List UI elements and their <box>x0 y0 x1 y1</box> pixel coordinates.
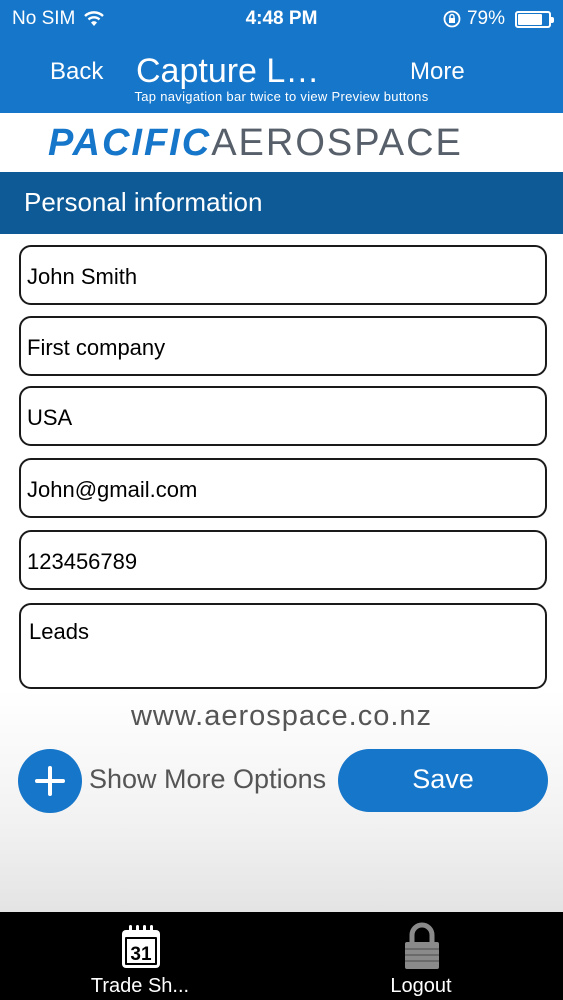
phone-field[interactable]: 123456789 <box>19 530 547 590</box>
lock-icon <box>405 922 439 969</box>
more-button[interactable]: More <box>410 58 465 86</box>
country-field[interactable]: USA <box>19 386 547 446</box>
calendar-icon: 31 <box>122 925 160 968</box>
brand-logo: PACIFICAEROSPACE <box>48 122 463 165</box>
tab-logout-label: Logout <box>390 975 452 997</box>
notes-field[interactable]: Leads <box>19 603 547 689</box>
company-field[interactable]: First company <box>19 316 547 376</box>
tab-logout[interactable]: Logout <box>321 912 521 1000</box>
tab-bar: 31 Trade Sh... Logout <box>0 912 563 1000</box>
save-button[interactable]: Save <box>338 749 548 812</box>
battery-percent: 79% <box>466 8 505 29</box>
top-bar: No SIM 4:48 PM 79% Back Capture L… More … <box>0 0 563 113</box>
name-field[interactable]: John Smith <box>19 245 547 305</box>
section-header: Personal information <box>0 172 563 234</box>
show-more-options-icon[interactable] <box>18 749 82 813</box>
battery-fill <box>518 13 542 25</box>
back-button[interactable]: Back <box>50 58 103 86</box>
rotation-lock-icon <box>443 10 461 28</box>
tab-trade-shows-label: Trade Sh... <box>90 975 190 997</box>
nav-hint: Tap navigation bar twice to view Preview… <box>134 89 429 104</box>
section-title: Personal information <box>24 187 263 217</box>
logo-part-aerospace: AEROSPACE <box>211 122 463 164</box>
email-field[interactable]: John@gmail.com <box>19 458 547 518</box>
show-more-options-button[interactable]: Show More Options <box>89 764 326 795</box>
status-bar: No SIM 4:48 PM 79% <box>0 0 563 36</box>
status-right: 79% <box>443 8 554 30</box>
battery-icon <box>515 10 554 28</box>
calendar-day-number: 31 <box>130 944 152 965</box>
tab-trade-shows[interactable]: 31 Trade Sh... <box>40 912 240 1000</box>
logo-part-pacific: PACIFIC <box>48 122 212 164</box>
website-link: www.aerospace.co.nz <box>130 700 433 732</box>
nav-title: Capture L… <box>136 52 320 90</box>
